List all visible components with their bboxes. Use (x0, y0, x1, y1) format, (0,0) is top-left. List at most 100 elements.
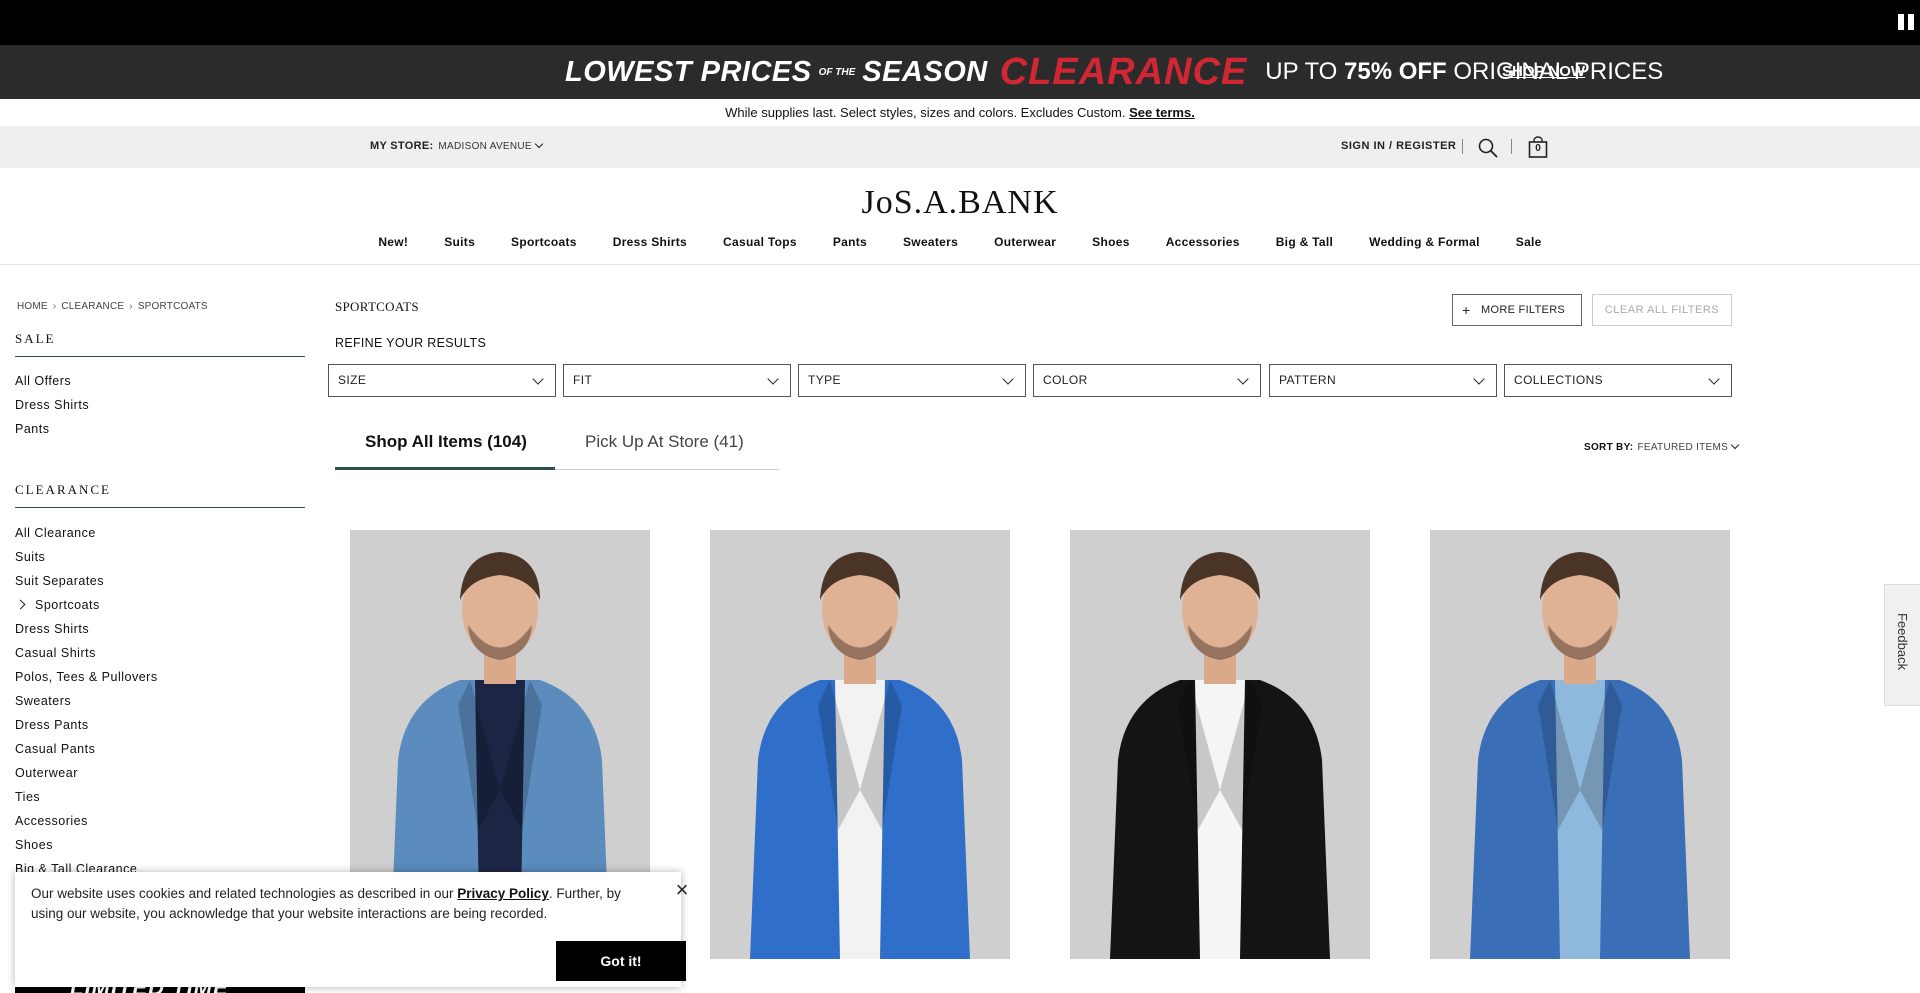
promo-up-to: UP TO 75% OFF ORIGINAL PRICES (1265, 58, 1663, 86)
utility-bar: MY STORE: MADISON AVENUE SIGN IN / REGIST… (0, 126, 1920, 168)
nav-item-outerwear[interactable]: Outerwear (976, 235, 1074, 265)
nav-item-sportcoats[interactable]: Sportcoats (493, 235, 595, 265)
filter-label: TYPE (808, 373, 841, 387)
product-image[interactable] (1430, 530, 1730, 959)
tab-pick-up-store[interactable]: Pick Up At Store (41) (585, 432, 744, 452)
breadcrumb-clearance[interactable]: CLEARANCE (61, 301, 124, 312)
more-filters-button[interactable]: + MORE FILTERS (1452, 294, 1582, 326)
sidebar-item-accessories[interactable]: Accessories (15, 809, 158, 833)
clear-all-filters-button[interactable]: CLEAR ALL FILTERS (1592, 294, 1732, 326)
close-icon[interactable]: × (672, 879, 692, 901)
feedback-label: Feedback (1895, 613, 1910, 671)
sidebar-item-all-offers[interactable]: All Offers (15, 369, 89, 393)
filter-collections[interactable]: COLLECTIONS (1504, 364, 1732, 397)
sidebar-divider (15, 356, 305, 357)
nav-item-suits[interactable]: Suits (426, 235, 493, 265)
supplies-notice: While supplies last. Select styles, size… (0, 99, 1920, 126)
promo-lowest: LOWEST PRICES (565, 55, 812, 88)
sidebar-sale-list: All Offers Dress Shirts Pants (15, 369, 89, 441)
nav-item-dress-shirts[interactable]: Dress Shirts (595, 235, 705, 265)
tab-shop-all[interactable]: Shop All Items (104) (365, 432, 527, 452)
nav-item-sweaters[interactable]: Sweaters (885, 235, 976, 265)
chevron-down-icon (767, 373, 779, 385)
sidebar-item-dress-shirts[interactable]: Dress Shirts (15, 393, 89, 417)
pause-icon[interactable] (1898, 14, 1914, 30)
see-terms-link[interactable]: See terms. (1129, 105, 1195, 120)
breadcrumb-sportcoats[interactable]: SPORTCOATS (138, 301, 208, 312)
tab-divider (555, 469, 779, 470)
sidebar-item-casual-shirts[interactable]: Casual Shirts (15, 641, 158, 665)
sidebar-item-dress-pants[interactable]: Dress Pants (15, 713, 158, 737)
cookie-text-before: Our website uses cookies and related tec… (31, 886, 454, 901)
breadcrumb: HOME › CLEARANCE › SPORTCOATS (17, 301, 208, 312)
nav-item-wedding-formal[interactable]: Wedding & Formal (1351, 235, 1498, 265)
brand-logo[interactable]: JoS.A.BANK (0, 184, 1920, 222)
sidebar-item-polos-tees[interactable]: Polos, Tees & Pullovers (15, 665, 158, 689)
sidebar-item-suits[interactable]: Suits (15, 545, 158, 569)
promo-clearance: CLEARANCE (999, 50, 1248, 93)
nav-item-pants[interactable]: Pants (815, 235, 885, 265)
nav-item-accessories[interactable]: Accessories (1148, 235, 1258, 265)
sort-by-value: FEATURED ITEMS (1637, 442, 1729, 453)
sidebar-item-outerwear[interactable]: Outerwear (15, 761, 158, 785)
sidebar-divider (15, 507, 305, 508)
sidebar-item-dress-shirts[interactable]: Dress Shirts (15, 617, 158, 641)
sidebar-item-sweaters[interactable]: Sweaters (15, 689, 158, 713)
nav-item-big-tall[interactable]: Big & Tall (1258, 235, 1351, 265)
feedback-tab[interactable]: Feedback (1884, 584, 1920, 706)
promo-banner[interactable]: LOWEST PRICES OF THE SEASON CLEARANCE UP… (0, 45, 1920, 99)
supplies-text: While supplies last. Select styles, size… (725, 105, 1126, 120)
filter-type[interactable]: TYPE (798, 364, 1026, 397)
filter-label: COLOR (1043, 373, 1088, 387)
promo-up-to-text: UP TO (1265, 58, 1338, 85)
nav-item-shoes[interactable]: Shoes (1074, 235, 1148, 265)
sidebar-item-shoes[interactable]: Shoes (15, 833, 158, 857)
filter-label: SIZE (338, 373, 367, 387)
model-figure (710, 530, 1010, 959)
nav-item-sale[interactable]: Sale (1498, 235, 1560, 265)
cart-count: 0 (1535, 143, 1541, 154)
filter-label: COLLECTIONS (1514, 373, 1604, 387)
chevron-down-icon (534, 139, 544, 149)
sidebar-heading-clearance: CLEARANCE (15, 482, 111, 497)
nav-item-casual-tops[interactable]: Casual Tops (705, 235, 815, 265)
product-image[interactable] (1070, 530, 1370, 959)
sidebar-item-sportcoats[interactable]: Sportcoats (15, 593, 158, 617)
cookie-text: Our website uses cookies and related tec… (31, 884, 651, 924)
breadcrumb-home[interactable]: HOME (17, 301, 48, 312)
page-title: SPORTCOATS (335, 299, 419, 314)
my-store-selector[interactable]: MY STORE: MADISON AVENUE (370, 139, 544, 152)
filter-size[interactable]: SIZE (328, 364, 556, 397)
sidebar-item-ties[interactable]: Ties (15, 785, 158, 809)
cookie-accept-button[interactable]: Got it! (556, 941, 686, 981)
sidebar-item-pants[interactable]: Pants (15, 417, 89, 441)
sidebar-heading-sale: SALE (15, 331, 56, 346)
chevron-down-icon (1730, 440, 1740, 450)
chevron-down-icon (1002, 373, 1014, 385)
privacy-policy-link[interactable]: Privacy Policy (457, 886, 549, 901)
tab-active-indicator (335, 467, 555, 470)
refine-heading: REFINE YOUR RESULTS (335, 336, 487, 350)
shop-now-link[interactable]: SHOP NOW (1502, 63, 1585, 80)
search-icon[interactable] (1478, 138, 1498, 158)
top-video-bar (0, 0, 1920, 45)
sort-by-dropdown[interactable]: SORT BY: FEATURED ITEMS (1584, 440, 1740, 453)
promo-headline: LOWEST PRICES OF THE SEASON CLEARANCE UP… (565, 50, 1663, 93)
model-figure (1430, 530, 1730, 959)
filter-fit[interactable]: FIT (563, 364, 791, 397)
filter-label: PATTERN (1279, 373, 1337, 387)
sidebar-item-all-clearance[interactable]: All Clearance (15, 521, 158, 545)
store-name: MADISON AVENUE (438, 141, 532, 152)
model-figure (1070, 530, 1370, 959)
plus-icon: + (1462, 302, 1471, 318)
sign-in-link[interactable]: SIGN IN / REGISTER (1341, 140, 1456, 152)
chevron-right-icon: › (129, 301, 133, 312)
nav-item-new[interactable]: New! (360, 235, 426, 265)
sidebar-item-suit-separates[interactable]: Suit Separates (15, 569, 158, 593)
divider (1511, 139, 1512, 154)
divider (1462, 139, 1463, 154)
filter-pattern[interactable]: PATTERN (1269, 364, 1497, 397)
filter-color[interactable]: COLOR (1033, 364, 1261, 397)
product-image[interactable] (710, 530, 1010, 959)
sidebar-item-casual-pants[interactable]: Casual Pants (15, 737, 158, 761)
